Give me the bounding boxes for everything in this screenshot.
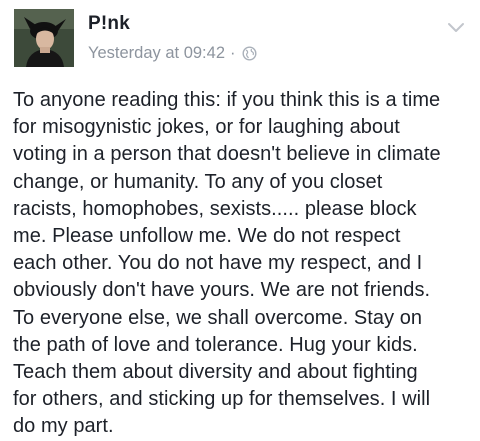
message-line: voting in a person that doesn't believe … [13, 143, 441, 166]
message-line: for others, and sticking up for themselv… [13, 388, 431, 411]
avatar-photo [14, 9, 74, 67]
chevron-down-icon[interactable] [446, 21, 466, 35]
message-line: To everyone else, we shall overcome. Sta… [13, 306, 423, 329]
message-line: the path of love and tolerance. Hug your… [13, 333, 418, 356]
message-line: racists, homophobes, sexists..... please… [13, 197, 417, 220]
globe-icon[interactable] [241, 46, 257, 61]
message-line: obviously don't have yours. We are not f… [13, 279, 431, 302]
profile-avatar[interactable] [14, 9, 74, 67]
message-line: do my part. [13, 415, 114, 438]
message-line: me. Please unfollow me. We do not respec… [13, 225, 401, 248]
meta-separator: · [230, 44, 236, 62]
message-line: Teach them about diversity and about fig… [13, 361, 418, 384]
post-message: To anyone reading this: if you think thi… [13, 87, 475, 441]
message-line: for misogynistic jokes, or for laughing … [13, 116, 400, 139]
message-line: change, or humanity. To any of you close… [13, 170, 383, 193]
author-name[interactable]: P!nk [88, 13, 130, 35]
post-timestamp[interactable]: Yesterday at 09:42 [88, 44, 225, 63]
message-line: each other. You do not have my respect, … [13, 252, 423, 275]
facebook-post: P!nk Yesterday at 09:42 · To anyone read… [0, 0, 480, 439]
message-line: To anyone reading this: if you think thi… [13, 89, 441, 111]
post-meta: Yesterday at 09:42 · [88, 44, 257, 63]
